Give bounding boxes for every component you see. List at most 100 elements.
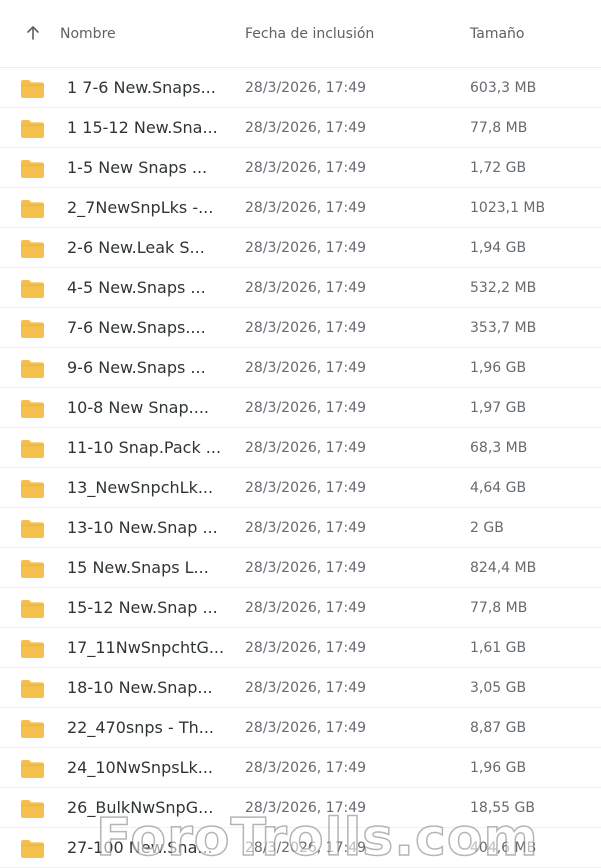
folder-icon xyxy=(21,200,44,218)
file-name[interactable]: 17_11NwSnpchtG... xyxy=(67,638,227,657)
folder-icon xyxy=(21,240,44,258)
file-date: 28/3/2026, 17:49 xyxy=(245,440,367,456)
file-size: 1,96 GB xyxy=(470,360,527,376)
table-row[interactable]: 10-8 New Snap.... 28/3/2026, 17:49 1,97 GB xyxy=(0,388,601,428)
file-date: 28/3/2026, 17:49 xyxy=(245,160,367,176)
table-row[interactable]: 1 15-12 New.Sna... 28/3/2026, 17:49 77,8 M… xyxy=(0,108,601,148)
table-row[interactable]: 15-12 New.Snap ... 28/3/2026, 17:49 77,8 M… xyxy=(0,588,601,628)
file-size: 1023,1 MB xyxy=(470,200,546,216)
file-size: 824,4 MB xyxy=(470,560,537,576)
table-row[interactable]: 7-6 New.Snaps.... 28/3/2026, 17:49 353,7 M… xyxy=(0,308,601,348)
folder-icon xyxy=(21,520,44,538)
folder-icon xyxy=(21,720,44,738)
table-row[interactable]: 13_NewSnpchLk... 28/3/2026, 17:49 4,64 GB xyxy=(0,468,601,508)
folder-icon xyxy=(21,400,44,418)
file-name[interactable]: 2-6 New.Leak S... xyxy=(67,238,227,257)
folder-icon xyxy=(21,320,44,338)
table-row[interactable]: 2_7NewSnpLks -... 28/3/2026, 17:49 1023,1 … xyxy=(0,188,601,228)
table-row[interactable]: 26_BulkNwSnpG... 28/3/2026, 17:49 18,55 GB xyxy=(0,788,601,828)
file-size: 8,87 GB xyxy=(470,720,527,736)
arrow-up-icon[interactable] xyxy=(24,24,42,42)
file-name[interactable]: 26_BulkNwSnpG... xyxy=(67,798,227,817)
file-size: 1,61 GB xyxy=(470,640,527,656)
column-header-size[interactable]: Tamaño xyxy=(470,26,524,42)
table-row[interactable]: 22_470snps - Th... 28/3/2026, 17:49 8,87 G… xyxy=(0,708,601,748)
table-row[interactable]: 1-5 New Snaps ... 28/3/2026, 17:49 1,72 GB xyxy=(0,148,601,188)
table-row[interactable]: 1 7-6 New.Snaps... 28/3/2026, 17:49 603,3 … xyxy=(0,68,601,108)
file-date: 28/3/2026, 17:49 xyxy=(245,400,367,416)
folder-icon xyxy=(21,680,44,698)
folder-icon xyxy=(21,80,44,98)
file-date: 28/3/2026, 17:49 xyxy=(245,320,367,336)
file-date: 28/3/2026, 17:49 xyxy=(245,520,367,536)
file-size: 1,97 GB xyxy=(470,400,527,416)
file-date: 28/3/2026, 17:49 xyxy=(245,80,367,96)
file-name[interactable]: 24_10NwSnpsLk... xyxy=(67,758,227,777)
file-size: 2 GB xyxy=(470,520,504,536)
file-date: 28/3/2026, 17:49 xyxy=(245,280,367,296)
file-date: 28/3/2026, 17:49 xyxy=(245,560,367,576)
file-date: 28/3/2026, 17:49 xyxy=(245,720,367,736)
file-name[interactable]: 11-10 Snap.Pack ... xyxy=(67,438,227,457)
table-row[interactable]: 4-5 New.Snaps ... 28/3/2026, 17:49 532,2 M… xyxy=(0,268,601,308)
folder-icon xyxy=(21,840,44,858)
file-date: 28/3/2026, 17:49 xyxy=(245,840,367,856)
file-name[interactable]: 1 7-6 New.Snaps... xyxy=(67,78,227,97)
file-name[interactable]: 1 15-12 New.Sna... xyxy=(67,118,227,137)
file-name[interactable]: 9-6 New.Snaps ... xyxy=(67,358,227,377)
table-row[interactable]: 9-6 New.Snaps ... 28/3/2026, 17:49 1,96 GB xyxy=(0,348,601,388)
file-size: 532,2 MB xyxy=(470,280,537,296)
file-name[interactable]: 15-12 New.Snap ... xyxy=(67,598,227,617)
folder-icon xyxy=(21,600,44,618)
file-size: 68,3 MB xyxy=(470,440,528,456)
table-row[interactable]: 24_10NwSnpsLk... 28/3/2026, 17:49 1,96 GB xyxy=(0,748,601,788)
file-date: 28/3/2026, 17:49 xyxy=(245,240,367,256)
file-date: 28/3/2026, 17:49 xyxy=(245,360,367,376)
file-date: 28/3/2026, 17:49 xyxy=(245,640,367,656)
file-name[interactable]: 22_470snps - Th... xyxy=(67,718,227,737)
column-header-name[interactable]: Nombre xyxy=(60,26,116,42)
folder-icon xyxy=(21,480,44,498)
file-date: 28/3/2026, 17:49 xyxy=(245,760,367,776)
table-row[interactable]: 15 New.Snaps L... 28/3/2026, 17:49 824,4 M… xyxy=(0,548,601,588)
folder-icon xyxy=(21,560,44,578)
file-date: 28/3/2026, 17:49 xyxy=(245,120,367,136)
file-size: 3,05 GB xyxy=(470,680,527,696)
file-name[interactable]: 18-10 New.Snap... xyxy=(67,678,227,697)
file-name[interactable]: 13_NewSnpchLk... xyxy=(67,478,227,497)
file-name[interactable]: 13-10 New.Snap ... xyxy=(67,518,227,537)
folder-icon xyxy=(21,120,44,138)
file-size: 1,96 GB xyxy=(470,760,527,776)
table-row[interactable]: 18-10 New.Snap... 28/3/2026, 17:49 3,05 GB xyxy=(0,668,601,708)
folder-icon xyxy=(21,360,44,378)
file-name[interactable]: 2_7NewSnpLks -... xyxy=(67,198,227,217)
file-name[interactable]: 4-5 New.Snaps ... xyxy=(67,278,227,297)
table-row[interactable]: 11-10 Snap.Pack ... 28/3/2026, 17:49 68,3 … xyxy=(0,428,601,468)
file-size: 77,8 MB xyxy=(470,600,528,616)
file-name[interactable]: 15 New.Snaps L... xyxy=(67,558,227,577)
folder-icon xyxy=(21,160,44,178)
table-row[interactable]: 13-10 New.Snap ... 28/3/2026, 17:49 2 GB xyxy=(0,508,601,548)
folder-icon xyxy=(21,440,44,458)
folder-icon xyxy=(21,760,44,778)
file-size: 603,3 MB xyxy=(470,80,537,96)
folder-icon xyxy=(21,640,44,658)
file-date: 28/3/2026, 17:49 xyxy=(245,480,367,496)
file-name[interactable]: 7-6 New.Snaps.... xyxy=(67,318,227,337)
table-row[interactable]: 2-6 New.Leak S... 28/3/2026, 17:49 1,94 GB xyxy=(0,228,601,268)
file-size: 353,7 MB xyxy=(470,320,537,336)
file-name[interactable]: 10-8 New Snap.... xyxy=(67,398,227,417)
folder-icon xyxy=(21,800,44,818)
file-size: 77,8 MB xyxy=(470,120,528,136)
file-name[interactable]: 1-5 New Snaps ... xyxy=(67,158,227,177)
file-size: 4,64 GB xyxy=(470,480,527,496)
file-date: 28/3/2026, 17:49 xyxy=(245,800,367,816)
table-row[interactable]: 17_11NwSnpchtG... 28/3/2026, 17:49 1,61 GB xyxy=(0,628,601,668)
file-date: 28/3/2026, 17:49 xyxy=(245,680,367,696)
file-size: 1,94 GB xyxy=(470,240,527,256)
file-list-header: Nombre Fecha de inclusión Tamaño xyxy=(0,0,601,68)
table-row[interactable]: 27-100 New.Sna... 28/3/2026, 17:49 404,6 M… xyxy=(0,828,601,868)
file-size: 1,72 GB xyxy=(470,160,527,176)
file-name[interactable]: 27-100 New.Sna... xyxy=(67,838,227,857)
column-header-date[interactable]: Fecha de inclusión xyxy=(245,26,374,42)
